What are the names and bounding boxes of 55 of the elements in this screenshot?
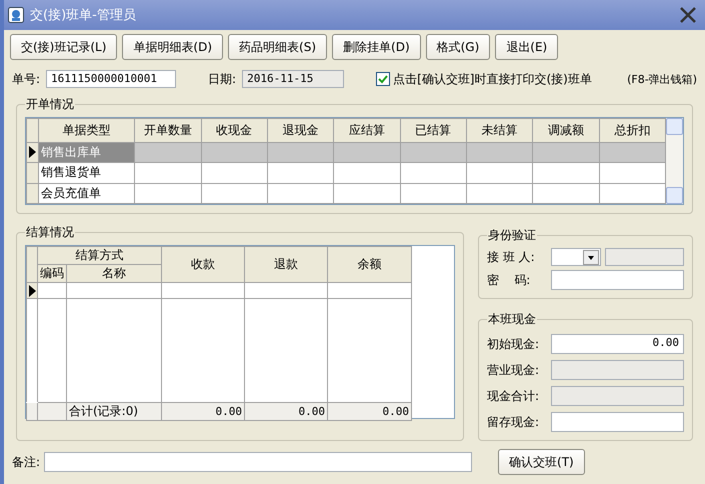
column-header: 收款	[162, 246, 244, 282]
cash-label: 初始现金:	[487, 336, 540, 352]
date-label: 日期:	[208, 70, 236, 88]
column-header: 开单数量	[134, 118, 202, 142]
caret-icon[interactable]	[583, 250, 599, 264]
password-label: 密 码:	[487, 272, 532, 288]
column-header: 名称	[66, 264, 162, 282]
column-header: 结算方式	[38, 246, 162, 264]
remark-label: 备注:	[12, 454, 40, 470]
group-title: 开单情况	[25, 96, 75, 113]
column-header: 未结算	[466, 118, 533, 142]
toolbar-button[interactable]: 退出(E)	[495, 34, 558, 60]
column-header: 编码	[38, 264, 66, 282]
group-title: 结算情况	[25, 224, 75, 241]
toolbar-button[interactable]: 药品明细表(S)	[228, 34, 328, 60]
table-cell[interactable]: 销售退货单	[38, 162, 135, 184]
app-icon	[8, 7, 24, 23]
toolbar-button[interactable]: 交(接)班记录(L)	[10, 34, 118, 60]
confirm-button[interactable]: 确认交班(T)	[498, 449, 585, 475]
cash-drawer-hint: (F8-弹出钱箱)	[627, 72, 697, 86]
remark-field[interactable]	[44, 452, 472, 472]
scrollbar[interactable]	[666, 118, 683, 204]
total-cell: 0.00	[244, 402, 328, 420]
cash-label: 营业现金:	[487, 362, 540, 378]
cash-field[interactable]: 0.00	[551, 334, 684, 354]
order-number-field[interactable]: 1611150000010001	[46, 70, 176, 88]
column-header: 收现金	[201, 118, 268, 142]
group-title: 本班现金	[487, 311, 537, 328]
toolbar-button[interactable]: 单据明细表(D)	[122, 34, 224, 60]
column-header: 调减额	[532, 118, 600, 142]
window-title: 交(接)班单-管理员	[30, 7, 137, 24]
print-option-label: 点击[确认交班]时直接打印交(接)班单	[393, 70, 592, 88]
print-checkbox[interactable]	[376, 72, 390, 86]
password-field[interactable]	[551, 270, 684, 290]
column-header: 单据类型	[38, 118, 135, 142]
date-field[interactable]: 2016-11-15	[242, 70, 344, 88]
receiver-label: 接 班 人:	[487, 248, 536, 266]
total-cell: 0.00	[328, 402, 412, 420]
total-label: 合计(记录:0)	[66, 402, 162, 420]
toolbar-button[interactable]: 格式(G)	[426, 34, 490, 60]
column-header: 总折扣	[599, 118, 666, 142]
column-header: 退现金	[267, 118, 334, 142]
column-header: 余额	[328, 246, 412, 282]
column-header: 已结算	[400, 118, 466, 142]
toolbar-button[interactable]: 删除挂单(D)	[332, 34, 421, 60]
total-cell: 0.00	[162, 402, 244, 420]
cash-field[interactable]	[551, 412, 684, 432]
order-number-label: 单号:	[12, 70, 40, 88]
cash-label: 现金合计:	[487, 388, 540, 404]
cash-label: 留存现金:	[487, 414, 540, 430]
receiver-name-field[interactable]	[605, 248, 684, 266]
table-cell[interactable]: 会员充值单	[38, 183, 135, 204]
group-title: 身份验证	[487, 227, 537, 244]
column-header: 退款	[244, 246, 328, 282]
column-header: 应结算	[334, 118, 400, 142]
